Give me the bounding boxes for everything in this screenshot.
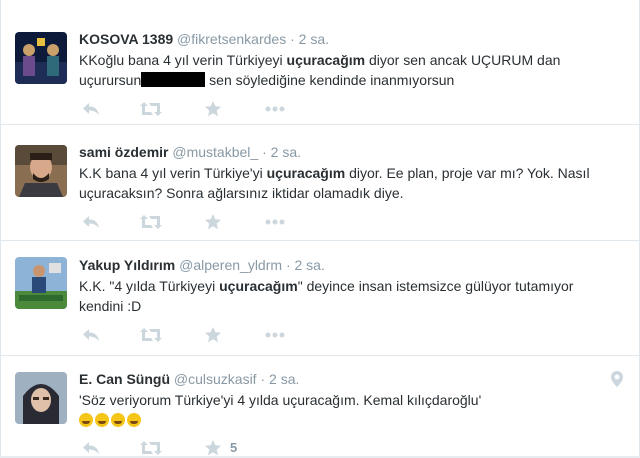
tweet-timestamp[interactable]: 2 sa. bbox=[271, 144, 301, 160]
tweet[interactable]: E. Can Süngü @culsuzkasif · 2 sa. 'Söz v… bbox=[1, 356, 639, 456]
user-handle[interactable]: @fikretsenkardes bbox=[177, 31, 286, 47]
avatar[interactable] bbox=[15, 145, 67, 197]
separator-dot: · bbox=[262, 144, 267, 160]
tweet-header: KOSOVA 1389 @fikretsenkardes · 2 sa. bbox=[79, 31, 329, 47]
redaction-bar bbox=[141, 72, 206, 87]
tweet-timestamp[interactable]: 2 sa. bbox=[269, 371, 299, 387]
more-icon[interactable] bbox=[263, 325, 287, 345]
tweet-text-part: 'Söz veriyorum Türkiye'yi 4 yılda uçurac… bbox=[79, 392, 482, 408]
user-name[interactable]: Yakup Yıldırım bbox=[79, 257, 175, 273]
tweet-text-highlight: uçuracağım bbox=[286, 52, 366, 68]
joy-emoji-icon bbox=[111, 413, 125, 427]
favorite-icon[interactable] bbox=[201, 438, 225, 458]
tweet-text: 'Söz veriyorum Türkiye'yi 4 yılda uçurac… bbox=[79, 390, 619, 410]
tweet-text: K.K bana 4 yıl verin Türkiye'yi uçuracağ… bbox=[79, 163, 619, 203]
reply-icon[interactable] bbox=[79, 325, 103, 345]
user-handle[interactable]: @culsuzkasif bbox=[174, 371, 257, 387]
user-handle[interactable]: @alperen_yldrm bbox=[179, 257, 282, 273]
avatar[interactable] bbox=[15, 257, 67, 309]
emoji-row bbox=[79, 410, 619, 430]
retweet-icon[interactable] bbox=[139, 438, 163, 458]
tweet-text-part: K.K. "4 yılda Türkiyeyi bbox=[79, 278, 220, 294]
more-icon[interactable] bbox=[263, 212, 287, 232]
joy-emoji-icon bbox=[95, 413, 109, 427]
tweet-text-part: K.K bana 4 yıl verin Türkiye'yi bbox=[79, 165, 267, 181]
separator-dot: · bbox=[290, 31, 295, 47]
location-pin-icon[interactable] bbox=[611, 371, 623, 392]
avatar[interactable] bbox=[15, 32, 67, 84]
avatar[interactable] bbox=[15, 372, 67, 424]
favorite-icon[interactable] bbox=[201, 212, 225, 232]
user-handle[interactable]: @mustakbel_ bbox=[172, 144, 258, 160]
reply-icon[interactable] bbox=[79, 99, 103, 119]
reply-icon[interactable] bbox=[79, 212, 103, 232]
reply-icon[interactable] bbox=[79, 438, 103, 458]
retweet-icon[interactable] bbox=[139, 325, 163, 345]
tweet-timeline: KOSOVA 1389 @fikretsenkardes · 2 sa. KKo… bbox=[0, 0, 640, 456]
joy-emoji-icon bbox=[127, 413, 141, 427]
tweet-timestamp[interactable]: 2 sa. bbox=[299, 31, 329, 47]
tweet[interactable]: sami özdemir @mustakbel_ · 2 sa. K.K ban… bbox=[1, 125, 639, 241]
tweet-text: K.K. "4 yılda Türkiyeyi uçuracağım" deyi… bbox=[79, 276, 619, 316]
tweet-header: sami özdemir @mustakbel_ · 2 sa. bbox=[79, 144, 301, 160]
favorite-icon[interactable] bbox=[201, 99, 225, 119]
tweet-text: KKoğlu bana 4 yıl verin Türkiyeyi uçurac… bbox=[79, 50, 619, 90]
more-icon[interactable] bbox=[263, 99, 287, 119]
joy-emoji-icon bbox=[79, 413, 93, 427]
tweet-text-part: KKoğlu bana 4 yıl verin Türkiyeyi bbox=[79, 52, 287, 68]
retweet-icon[interactable] bbox=[139, 212, 163, 232]
tweet-timestamp[interactable]: 2 sa. bbox=[295, 257, 325, 273]
tweet[interactable]: KOSOVA 1389 @fikretsenkardes · 2 sa. KKo… bbox=[1, 0, 639, 125]
tweet-text-part: sen söylediğine kendinde inanmıyorsun bbox=[205, 72, 455, 88]
favorite-count: 5 bbox=[230, 440, 238, 455]
favorite-icon[interactable] bbox=[201, 325, 225, 345]
tweet-header: Yakup Yıldırım @alperen_yldrm · 2 sa. bbox=[79, 257, 325, 273]
user-name[interactable]: KOSOVA 1389 bbox=[79, 31, 173, 47]
separator-dot: · bbox=[260, 371, 266, 387]
separator-dot: · bbox=[285, 257, 291, 273]
tweet-text-highlight: uçuracağım bbox=[219, 278, 298, 294]
tweet-header: E. Can Süngü @culsuzkasif · 2 sa. bbox=[79, 371, 299, 387]
user-name[interactable]: E. Can Süngü bbox=[79, 371, 170, 387]
tweet[interactable]: Yakup Yıldırım @alperen_yldrm · 2 sa. K.… bbox=[1, 241, 639, 356]
user-name[interactable]: sami özdemir bbox=[79, 144, 168, 160]
tweet-text-highlight: uçuracağım bbox=[266, 165, 346, 181]
retweet-icon[interactable] bbox=[139, 99, 163, 119]
